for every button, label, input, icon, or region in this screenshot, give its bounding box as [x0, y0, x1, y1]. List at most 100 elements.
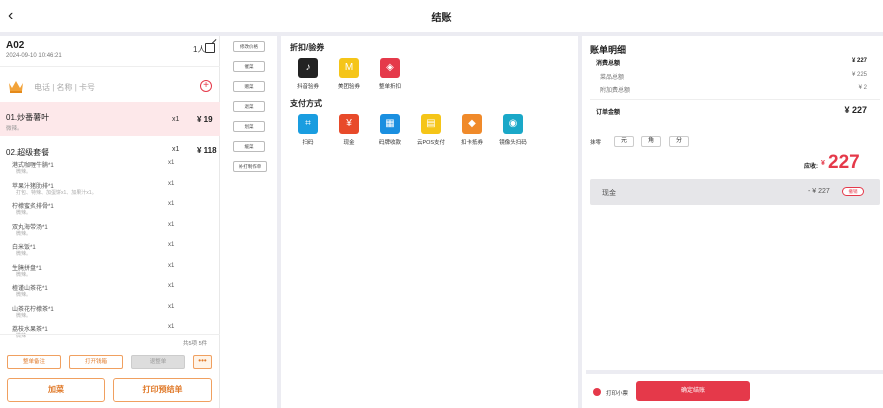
- payment-record-row: 现金 - ¥ 227 撤销: [590, 179, 880, 205]
- payment-option[interactable]: ▦ 码牌收款: [370, 114, 410, 146]
- due-currency: ¥: [821, 160, 825, 167]
- due-label: 应收:: [804, 164, 818, 170]
- checkout-bar: 打印小票 确定结账: [586, 370, 883, 408]
- combo-item-note: 微辣。: [16, 169, 32, 175]
- payment-option[interactable]: ▤ 云POS支付: [411, 114, 451, 146]
- member-search-row: 电话 | 名称 | 卡号 +: [0, 66, 220, 106]
- due-amount: 227: [828, 152, 860, 173]
- consume-total-value: ¥ 227: [851, 58, 867, 64]
- consume-total-label: 消费总额: [596, 61, 621, 67]
- payment-option[interactable]: ⌗ 扫码: [288, 114, 328, 146]
- combo-item-qty: x1: [168, 180, 175, 187]
- top-bar: ‹ 结账: [0, 0, 883, 32]
- payment-option-label: 码牌收款: [378, 140, 401, 146]
- print-receipt-checkbox[interactable]: [593, 388, 601, 396]
- item-name: 01.炒番薯叶: [6, 113, 50, 122]
- operation-button[interactable]: 缓菜: [233, 141, 265, 152]
- payment-option-label: 抖音验券: [296, 84, 319, 90]
- combo-item-qty: x1: [168, 262, 175, 269]
- payment-option-label: 扫码: [302, 140, 314, 146]
- left-action-bar: 整单备注 打开钱箱 退整单 ••• 加菜 打印预结单: [0, 348, 220, 408]
- member-search-input[interactable]: 电话 | 名称 | 卡号: [34, 82, 95, 93]
- dish-total-value: ¥ 225: [851, 72, 867, 78]
- item-note: 微辣。: [6, 126, 23, 132]
- combo-item-qty: x1: [168, 303, 175, 310]
- operation-button[interactable]: 修改价格: [233, 41, 265, 52]
- order-note-button[interactable]: 整单备注: [7, 355, 61, 369]
- combo-item-qty: x1: [168, 160, 175, 166]
- payment-option[interactable]: ◆ 扣卡抵券: [452, 114, 492, 146]
- combo-item-note: 微辣。: [16, 292, 32, 298]
- combo-item-qty: x1: [168, 242, 175, 248]
- more-icon[interactable]: •••: [193, 355, 212, 369]
- bill-title: 账单明细: [590, 45, 627, 55]
- combo-item-qty: x1: [168, 324, 175, 330]
- pos-icon: ▤: [421, 114, 441, 134]
- confirm-checkout-button[interactable]: 确定结账: [636, 381, 750, 401]
- discount-title: 折扣/验券: [290, 43, 325, 52]
- order-time: 2024-09-10 10:46:21: [6, 53, 62, 59]
- payment-option-label: 镜像头扫码: [499, 140, 527, 146]
- edit-icon[interactable]: [205, 43, 215, 53]
- payment-amount: - ¥ 227: [808, 188, 830, 195]
- scan-icon: ⌗: [298, 114, 318, 134]
- operation-button[interactable]: 催菜: [233, 61, 265, 72]
- print-receipt-label: 打印小票: [606, 391, 629, 397]
- combo-item-note: 打包、特辣、加蛋饼x1、加果汁x1。: [16, 189, 97, 196]
- cash-icon: ¥: [339, 114, 359, 134]
- crown-icon: [9, 81, 23, 93]
- operation-button[interactable]: 赠菜: [233, 81, 265, 92]
- camera-scan-icon: ◉: [503, 114, 523, 134]
- item-summary: 共5项 5件: [183, 341, 208, 347]
- open-drawer-button[interactable]: 打开钱箱: [69, 355, 123, 369]
- payment-option[interactable]: ◉ 镜像头扫码: [493, 114, 533, 146]
- payment-option-label: 现金: [343, 140, 355, 146]
- item-price: ¥ 118: [197, 146, 217, 155]
- rounding-fen-button[interactable]: 分: [669, 136, 689, 147]
- rounding-label: 抹零: [590, 140, 602, 146]
- revoke-payment-button[interactable]: 撤销: [842, 187, 864, 196]
- combo-item-qty: x1: [168, 201, 175, 207]
- operation-column: 修改价格催菜赠菜退菜划菜缓菜补打制作单: [221, 36, 281, 408]
- payment-method-label: 现金: [602, 190, 616, 197]
- operation-button[interactable]: 划菜: [233, 121, 265, 132]
- payment-option[interactable]: ¥ 现金: [329, 114, 369, 146]
- cancel-order-button[interactable]: 退整单: [131, 355, 185, 369]
- page-title: 结账: [431, 13, 452, 24]
- order-amount-value: ¥ 227: [844, 105, 867, 115]
- payment-title: 支付方式: [290, 99, 322, 108]
- item-price: ¥ 19: [197, 115, 213, 124]
- add-dish-button[interactable]: 加菜: [7, 378, 105, 402]
- payment-option[interactable]: ♪ 抖音验券: [288, 58, 328, 90]
- add-member-icon[interactable]: +: [200, 80, 212, 92]
- operation-button[interactable]: 退菜: [233, 101, 265, 112]
- rounding-yuan-button[interactable]: 元: [614, 136, 634, 147]
- combo-item-note: 微辣。: [16, 251, 32, 257]
- order-panel: A02 2024-09-10 10:46:21 1人 电话 | 名称 | 卡号 …: [0, 36, 220, 408]
- payment-option-label: 扣卡抵券: [460, 140, 483, 146]
- item-qty: x1: [172, 116, 180, 123]
- table-number: A02: [6, 40, 25, 51]
- discount-tag-icon: ◈: [380, 58, 400, 78]
- combo-item-note: 微辣。: [16, 210, 32, 216]
- item-name[interactable]: 02.超级套餐: [6, 147, 49, 158]
- combo-item-note: 微辣。: [16, 271, 32, 278]
- payment-option[interactable]: M 美团验券: [329, 58, 369, 90]
- combo-item-qty: x1: [168, 221, 175, 228]
- payment-option-label: 云POS支付: [416, 140, 446, 146]
- payment-option[interactable]: ◈ 整单折扣: [370, 58, 410, 90]
- combo-item-note: 微辣。: [16, 230, 32, 237]
- payment-option-label: 整单折扣: [378, 84, 401, 90]
- rounding-jiao-button[interactable]: 角: [641, 136, 661, 147]
- divider: [590, 99, 880, 100]
- combo-item-qty: x1: [168, 283, 175, 289]
- tiktok-icon: ♪: [298, 58, 318, 78]
- bill-panel: 账单明细 消费总额 ¥ 227 菜品总额 ¥ 225 附加费总额 ¥ 2 订单金…: [586, 36, 883, 408]
- qr-board-icon: ▦: [380, 114, 400, 134]
- dish-total-label: 菜品总额: [600, 75, 625, 81]
- operation-button[interactable]: 补打制作单: [233, 161, 267, 172]
- order-amount-label: 订单金额: [596, 110, 621, 116]
- payment-option-label: 美团验券: [337, 84, 360, 90]
- print-bill-button[interactable]: 打印预结单: [113, 378, 212, 402]
- combo-item-note: 微辣。: [16, 312, 32, 319]
